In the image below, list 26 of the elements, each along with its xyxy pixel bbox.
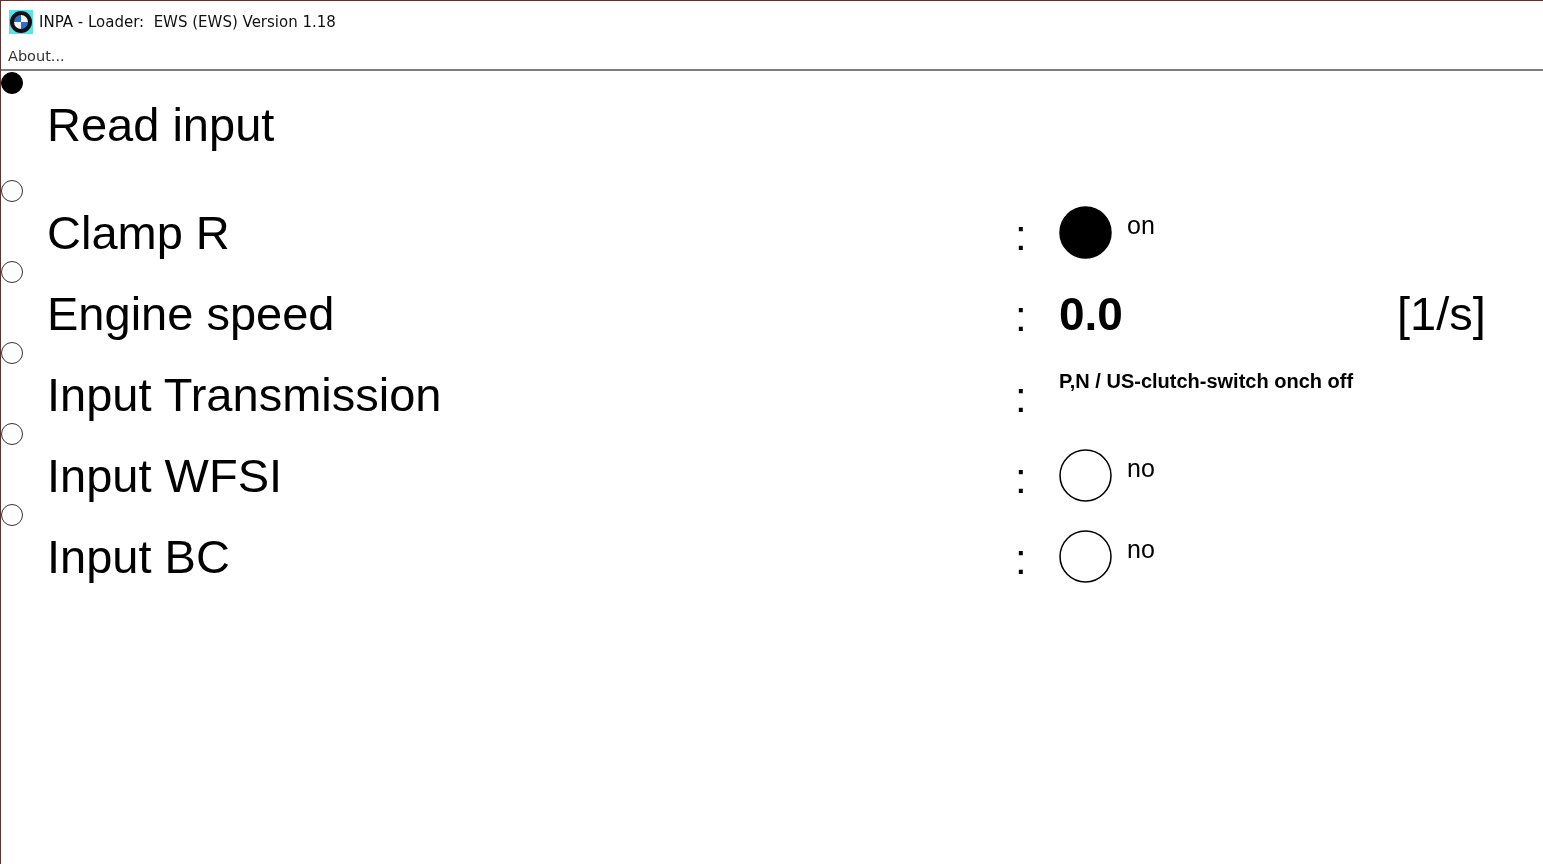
- colon-text: :: [1014, 454, 1027, 504]
- radio-button[interactable]: [1, 342, 23, 364]
- row-label: Input Transmission: [47, 367, 442, 423]
- radio-button[interactable]: [1, 72, 23, 94]
- radio-button[interactable]: [1, 423, 23, 445]
- value-text: P,N / US-clutch-switch onch off: [1059, 369, 1354, 393]
- window-title: INPA - Loader: EWS (EWS) Version 1.18: [39, 12, 336, 31]
- state-text: no: [1127, 454, 1155, 482]
- row-label: Clamp R: [47, 205, 230, 261]
- unit-text: [1/s]: [1397, 286, 1486, 342]
- row-label: Read input: [47, 97, 275, 153]
- colon-text: :: [1014, 373, 1027, 423]
- radio-button[interactable]: [1, 180, 23, 202]
- radio-button[interactable]: [1, 504, 23, 526]
- value-text: 0.0: [1059, 287, 1123, 342]
- row-label: Engine speed: [47, 286, 335, 342]
- colon-text: :: [1014, 535, 1027, 585]
- colon-text: :: [1014, 292, 1027, 342]
- state-text: on: [1127, 211, 1155, 239]
- app-icon: [9, 9, 33, 34]
- row-label: Input BC: [47, 529, 230, 585]
- menu-item[interactable]: About...: [8, 47, 65, 64]
- colon-text: :: [1014, 211, 1027, 261]
- state-text: no: [1127, 535, 1155, 563]
- row-label: Input WFSI: [47, 448, 283, 504]
- radio-button[interactable]: [1, 261, 23, 283]
